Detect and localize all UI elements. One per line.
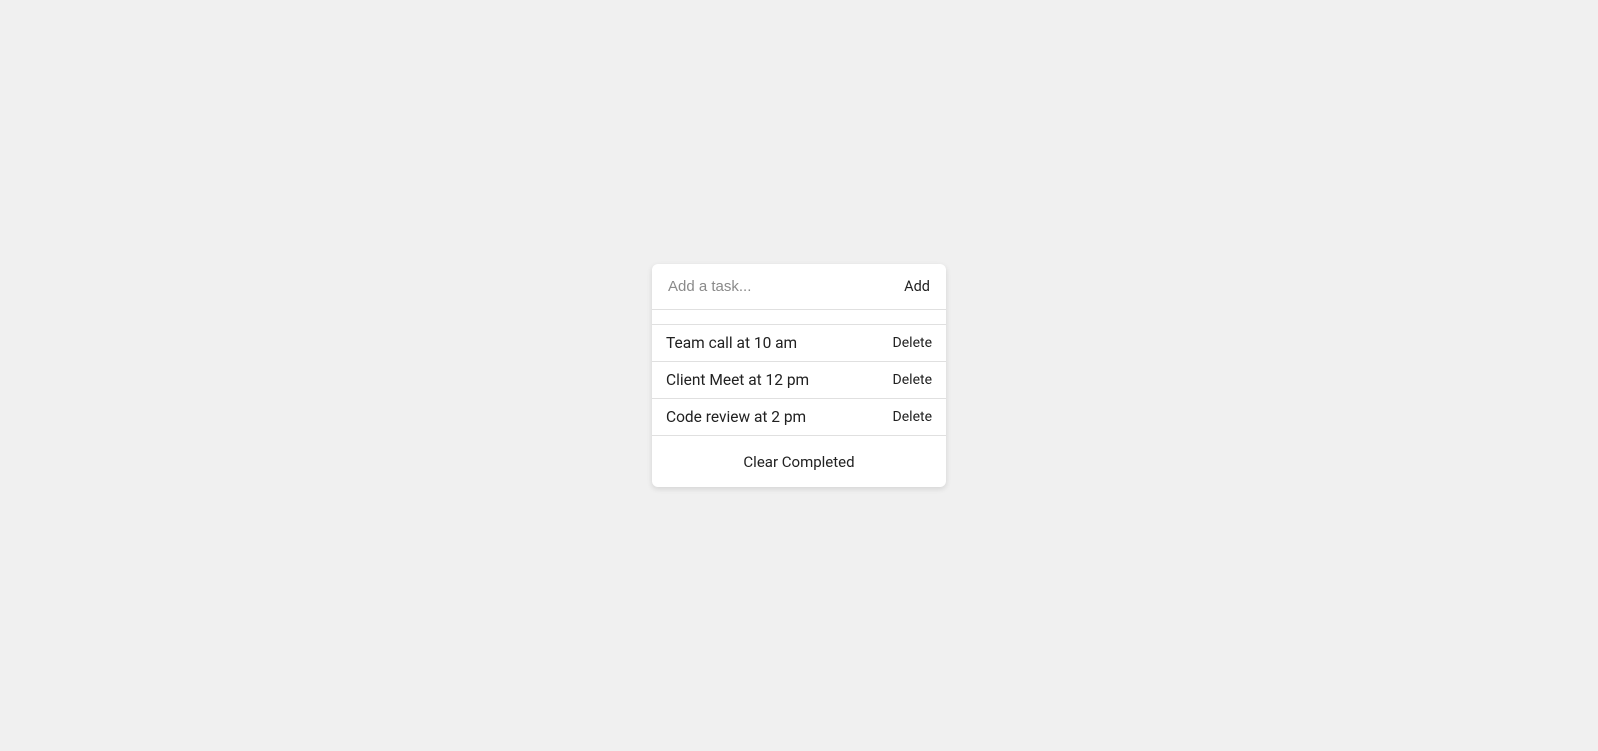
delete-button[interactable]: Delete xyxy=(893,372,932,388)
task-text[interactable]: Client Meet at 12 pm xyxy=(666,371,809,389)
footer: Clear Completed xyxy=(652,436,946,487)
input-row: Add xyxy=(652,264,946,310)
add-button[interactable]: Add xyxy=(904,278,930,295)
todo-card: Add Team call at 10 am Delete Client Mee… xyxy=(652,264,946,487)
task-text[interactable]: Team call at 10 am xyxy=(666,334,797,352)
task-item: Team call at 10 am Delete xyxy=(652,325,946,362)
task-item: Code review at 2 pm Delete xyxy=(652,399,946,436)
task-item: Client Meet at 12 pm Delete xyxy=(652,362,946,399)
task-input[interactable] xyxy=(668,278,904,295)
clear-completed-button[interactable]: Clear Completed xyxy=(743,453,854,471)
task-list: Team call at 10 am Delete Client Meet at… xyxy=(652,324,946,436)
delete-button[interactable]: Delete xyxy=(893,335,932,351)
task-text[interactable]: Code review at 2 pm xyxy=(666,408,806,426)
delete-button[interactable]: Delete xyxy=(893,409,932,425)
